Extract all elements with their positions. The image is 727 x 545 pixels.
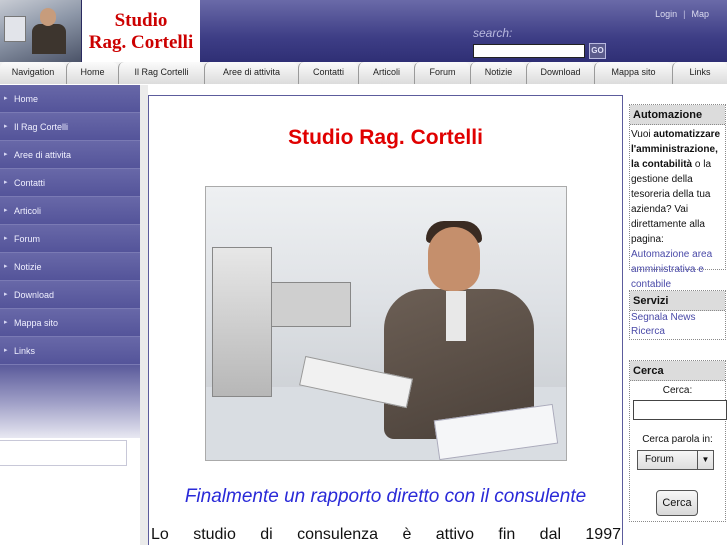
tab-home[interactable]: Home bbox=[66, 62, 118, 84]
automazione-link[interactable]: Automazione area amministrativa e contab… bbox=[631, 249, 712, 290]
tab-forum[interactable]: Forum bbox=[414, 62, 470, 84]
intro-paragraph: Lo studio di consulenza è attivo fin dal… bbox=[151, 526, 621, 543]
sidebar-item-forum[interactable]: Forum bbox=[0, 225, 140, 253]
servizi-title: Servizi bbox=[630, 291, 725, 311]
login-link[interactable]: Login bbox=[655, 9, 677, 19]
top-links: Login | Map bbox=[655, 9, 709, 19]
sidebar-item-links[interactable]: Links bbox=[0, 337, 140, 365]
tab-mappa-sito[interactable]: Mappa sito bbox=[594, 62, 672, 84]
tab-notizie[interactable]: Notizie bbox=[470, 62, 526, 84]
sidebar-item-aree-di-attivita[interactable]: Aree di attivita bbox=[0, 141, 140, 169]
tab-contatti[interactable]: Contatti bbox=[298, 62, 358, 84]
tab-articoli[interactable]: Articoli bbox=[358, 62, 414, 84]
top-navigation: Navigation Home Il Rag Cortelli Aree di … bbox=[0, 62, 727, 84]
tab-download[interactable]: Download bbox=[526, 62, 594, 84]
automazione-text-1: Vuoi bbox=[631, 129, 654, 140]
cerca-scope-select[interactable]: Forum ▼ bbox=[637, 450, 714, 470]
main-content: Studio Rag. Cortelli Finalmente un rappo… bbox=[148, 95, 623, 545]
cerca-button[interactable]: Cerca bbox=[656, 490, 698, 516]
automazione-box: Automazione Vuoi automatizzare l'amminis… bbox=[629, 104, 726, 290]
chevron-down-icon[interactable]: ▼ bbox=[697, 451, 713, 469]
cerca-box: Cerca Cerca: Cerca parola in: Forum ▼ Cer… bbox=[629, 360, 727, 522]
map-link[interactable]: Map bbox=[691, 9, 709, 19]
logo-line-1: Studio bbox=[114, 10, 168, 31]
page: Studio Rag. Cortelli Login | Map search: G… bbox=[0, 0, 727, 545]
search-input[interactable] bbox=[473, 44, 585, 58]
search-go-button[interactable]: GO bbox=[589, 43, 606, 59]
automazione-text: Vuoi automatizzare l'amministrazione, la… bbox=[630, 125, 725, 294]
separator: | bbox=[683, 9, 686, 19]
sidebar-gutter bbox=[140, 85, 148, 545]
cerca-parola-label: Cerca parola in: bbox=[642, 434, 713, 445]
automazione-title: Automazione bbox=[630, 105, 725, 125]
tab-aree-di-attivita[interactable]: Aree di attivita bbox=[204, 62, 298, 84]
servizi-box: Servizi Segnala News Ricerca bbox=[629, 290, 726, 340]
automazione-text-2: o la gestione della tesoreria della tua … bbox=[631, 159, 712, 245]
page-title: Studio Rag. Cortelli bbox=[288, 126, 483, 149]
tab-links[interactable]: Links bbox=[672, 62, 727, 84]
cerca-input[interactable] bbox=[633, 400, 727, 420]
cerca-label: Cerca: bbox=[662, 385, 693, 396]
site-logo[interactable]: Studio Rag. Cortelli bbox=[82, 0, 200, 62]
header: Studio Rag. Cortelli Login | Map search: G… bbox=[0, 0, 727, 62]
cerca-select-value: Forum bbox=[645, 454, 674, 465]
search-label: search: bbox=[473, 26, 513, 40]
segnala-news-link[interactable]: Segnala News bbox=[630, 311, 725, 325]
logo-photo bbox=[0, 0, 82, 62]
ricerca-link[interactable]: Ricerca bbox=[630, 325, 725, 339]
sidebar-item-download[interactable]: Download bbox=[0, 281, 140, 309]
sidebar-item-notizie[interactable]: Notizie bbox=[0, 253, 140, 281]
office-photo bbox=[205, 186, 567, 461]
sidebar-item-contatti[interactable]: Contatti bbox=[0, 169, 140, 197]
logo-line-2: Rag. Cortelli bbox=[88, 32, 194, 53]
page-subtitle: Finalmente un rapporto diretto con il co… bbox=[184, 486, 587, 507]
sidebar-item-mappa-sito[interactable]: Mappa sito bbox=[0, 309, 140, 337]
tab-il-rag-cortelli[interactable]: Il Rag Cortelli bbox=[118, 62, 204, 84]
sidebar-item-home[interactable]: Home bbox=[0, 85, 140, 113]
cerca-title: Cerca bbox=[630, 361, 725, 381]
tab-navigation: Navigation bbox=[0, 62, 66, 84]
sidebar-item-articoli[interactable]: Articoli bbox=[0, 197, 140, 225]
sidebar-fade bbox=[0, 366, 140, 438]
sidebar-empty-box bbox=[0, 440, 127, 466]
sidebar-item-il-rag-cortelli[interactable]: Il Rag Cortelli bbox=[0, 113, 140, 141]
